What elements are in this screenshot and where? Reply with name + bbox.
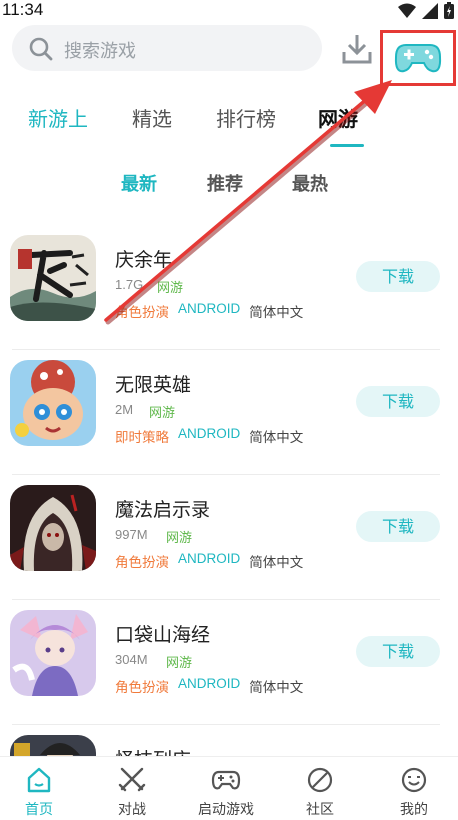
tag-platform: ANDROID bbox=[178, 551, 241, 566]
game-size: 1.7G bbox=[115, 277, 144, 292]
game-art-icon bbox=[10, 235, 96, 321]
nav-profile[interactable]: 我的 bbox=[369, 765, 458, 819]
tab-new-games[interactable]: 新游上 bbox=[28, 103, 88, 132]
game-tags: 角色扮演 ANDROID 简体中文 bbox=[115, 551, 303, 571]
download-button[interactable]: 下载 bbox=[356, 511, 440, 542]
search-placeholder: 搜索游戏 bbox=[64, 41, 136, 62]
download-button[interactable]: 下载 bbox=[356, 636, 440, 667]
search-input[interactable]: 搜索游戏 bbox=[12, 25, 322, 71]
download-button[interactable]: 下载 bbox=[356, 261, 440, 292]
game-name: 无限英雄 bbox=[115, 374, 192, 396]
game-icon bbox=[10, 235, 96, 321]
search-row: 搜索游戏 bbox=[0, 22, 458, 92]
home-icon bbox=[27, 767, 51, 793]
nav-label: 我的 bbox=[400, 802, 428, 818]
download-button[interactable]: 下载 bbox=[356, 386, 440, 417]
list-item[interactable]: 口袋山海经 304M 网游 角色扮演 ANDROID 简体中文 下载 bbox=[0, 600, 458, 725]
search-icon bbox=[29, 37, 53, 61]
game-type-badge: 网游 bbox=[166, 656, 193, 671]
community-icon bbox=[307, 767, 333, 793]
nav-home[interactable]: 首页 bbox=[0, 765, 84, 819]
game-tags: 角色扮演 ANDROID 简体中文 bbox=[115, 676, 303, 696]
tab-online-games[interactable]: 网游 bbox=[318, 103, 358, 132]
nav-label: 首页 bbox=[25, 802, 53, 818]
tag-genre: 角色扮演 bbox=[115, 305, 169, 321]
nav-label: 社区 bbox=[306, 802, 334, 818]
list-item[interactable]: 魔法启示录 997M 网游 角色扮演 ANDROID 简体中文 下载 bbox=[0, 475, 458, 600]
tag-language: 简体中文 bbox=[249, 680, 304, 696]
tag-language: 简体中文 bbox=[249, 305, 304, 321]
tag-platform: ANDROID bbox=[178, 426, 241, 441]
nav-launch-game[interactable]: 启动游戏 bbox=[181, 765, 271, 819]
game-tags: 即时策略 ANDROID 简体中文 bbox=[115, 426, 303, 446]
nav-community[interactable]: 社区 bbox=[275, 765, 365, 819]
tag-genre: 即时策略 bbox=[115, 430, 169, 446]
gamepad-icon bbox=[394, 44, 442, 73]
tab-ranking[interactable]: 排行榜 bbox=[216, 103, 276, 132]
crossed-swords-icon bbox=[118, 767, 146, 792]
category-tabs: 新游上 精选 排行榜 网游 bbox=[0, 98, 458, 148]
game-icon bbox=[10, 360, 96, 446]
tag-language: 简体中文 bbox=[249, 430, 304, 446]
game-art-icon bbox=[10, 360, 96, 446]
game-type-badge: 网游 bbox=[157, 281, 184, 296]
subtab-hottest[interactable]: 最热 bbox=[292, 170, 328, 196]
status-time: 11:34 bbox=[2, 0, 44, 19]
nav-battle[interactable]: 对战 bbox=[87, 765, 177, 819]
subtab-recommended[interactable]: 推荐 bbox=[207, 170, 243, 196]
gamepad-button[interactable] bbox=[380, 30, 456, 86]
tag-platform: ANDROID bbox=[178, 676, 241, 691]
signal-icon bbox=[422, 2, 438, 19]
subtab-latest[interactable]: 最新 bbox=[121, 170, 157, 196]
game-size: 997M bbox=[115, 527, 148, 542]
game-art-icon bbox=[10, 485, 96, 571]
gamepad-icon bbox=[211, 770, 241, 790]
game-size: 304M bbox=[115, 652, 148, 667]
sort-tabs: 最新 推荐 最热 bbox=[0, 170, 458, 200]
game-type-badge: 网游 bbox=[149, 406, 176, 421]
nav-label: 对战 bbox=[118, 802, 146, 818]
list-item[interactable]: 无限英雄 2M 网游 即时策略 ANDROID 简体中文 下载 bbox=[0, 350, 458, 475]
game-name: 口袋山海经 bbox=[115, 624, 211, 646]
tag-platform: ANDROID bbox=[178, 301, 241, 316]
download-icon[interactable] bbox=[340, 32, 374, 66]
smile-face-icon bbox=[401, 767, 427, 793]
tag-genre: 角色扮演 bbox=[115, 680, 169, 696]
game-tags: 角色扮演 ANDROID 简体中文 bbox=[115, 301, 303, 321]
status-bar: 11:34 bbox=[0, 0, 458, 22]
bottom-nav: 首页 对战 启动游戏 社区 我的 bbox=[0, 756, 458, 820]
list-item[interactable]: 庆余年 1.7G 网游 角色扮演 ANDROID 简体中文 下载 bbox=[0, 225, 458, 350]
game-size: 2M bbox=[115, 402, 134, 417]
tag-language: 简体中文 bbox=[249, 555, 304, 571]
status-icons bbox=[398, 2, 454, 19]
game-name: 庆余年 bbox=[115, 249, 173, 271]
tab-featured[interactable]: 精选 bbox=[132, 103, 172, 132]
nav-label: 启动游戏 bbox=[198, 802, 254, 818]
game-icon bbox=[10, 610, 96, 696]
game-icon bbox=[10, 485, 96, 571]
game-type-badge: 网游 bbox=[166, 531, 193, 546]
battery-icon bbox=[444, 2, 454, 19]
game-art-icon bbox=[10, 610, 96, 696]
wifi-icon bbox=[398, 3, 416, 18]
game-name: 魔法启示录 bbox=[115, 499, 211, 521]
tab-underline bbox=[330, 144, 364, 147]
tag-genre: 角色扮演 bbox=[115, 555, 169, 571]
